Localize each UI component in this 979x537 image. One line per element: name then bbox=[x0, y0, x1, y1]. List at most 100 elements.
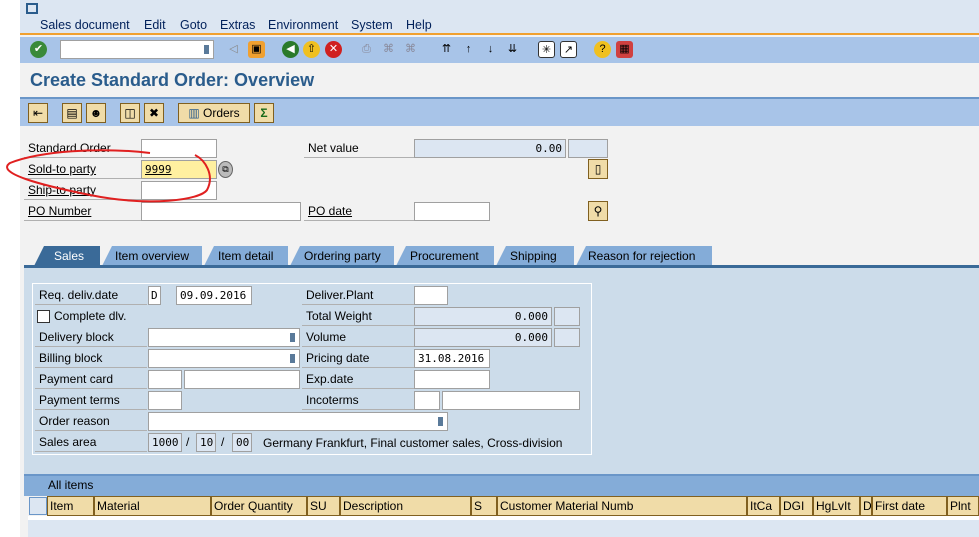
first-page-icon[interactable]: ⇈ bbox=[438, 41, 455, 58]
separator: / bbox=[186, 435, 190, 449]
layout-menu-icon[interactable]: ▦ bbox=[616, 41, 633, 58]
enter-icon[interactable]: ✔ bbox=[30, 41, 47, 58]
tab-procurement[interactable]: Procurement bbox=[396, 246, 494, 266]
display-doc-header-button[interactable]: ⇤ bbox=[28, 103, 48, 123]
col-s[interactable]: S bbox=[471, 496, 497, 516]
complete-dlv-checkbox[interactable] bbox=[37, 310, 50, 323]
req-deliv-date-label: Req. deliv.date bbox=[35, 286, 147, 305]
document-icon[interactable]: ▯ bbox=[588, 159, 608, 179]
help-icon[interactable]: ? bbox=[594, 41, 611, 58]
tab-ordering-party[interactable]: Ordering party bbox=[290, 246, 394, 266]
sales-org-field: 1000 bbox=[148, 433, 182, 452]
status-bar bbox=[28, 520, 979, 537]
billing-block-label: Billing block bbox=[35, 349, 147, 368]
next-page-icon[interactable]: ↓ bbox=[482, 41, 499, 58]
incoterms-label: Incoterms bbox=[302, 391, 414, 410]
print-icon[interactable]: ⎙ bbox=[358, 41, 375, 58]
system-toolbar: ✔ ◁ ▣ ◀ ⇧ ✕ ⎙ ⌘ ⌘ ⇈ ↑ ↓ ⇊ ✳ ↗ ? ▦ bbox=[20, 37, 979, 63]
order-reason-dropdown[interactable] bbox=[148, 412, 448, 431]
col-itca[interactable]: ItCa bbox=[747, 496, 780, 516]
orders-button[interactable]: ▥ Orders bbox=[178, 103, 250, 123]
deliver-plant-field[interactable] bbox=[414, 286, 448, 305]
division-field: 00 bbox=[232, 433, 252, 452]
col-first-date[interactable]: First date bbox=[872, 496, 947, 516]
delete-item-button[interactable]: ✖ bbox=[144, 103, 164, 123]
po-date-label[interactable]: PO date bbox=[304, 202, 414, 221]
menu-icon[interactable] bbox=[26, 3, 38, 14]
weight-unit-field bbox=[554, 307, 580, 326]
col-item[interactable]: Item bbox=[47, 496, 94, 516]
col-d[interactable]: D bbox=[860, 496, 872, 516]
tab-item-overview[interactable]: Item overview bbox=[102, 246, 202, 266]
new-session-icon[interactable]: ✳ bbox=[538, 41, 555, 58]
partner-button[interactable]: ☻ bbox=[86, 103, 106, 123]
menu-sales-document[interactable]: Sales document bbox=[40, 18, 130, 32]
payment-card-type-field[interactable] bbox=[148, 370, 182, 389]
find-next-icon[interactable]: ⌘ bbox=[402, 41, 419, 58]
menu-system[interactable]: System bbox=[351, 18, 393, 32]
col-material[interactable]: Material bbox=[94, 496, 211, 516]
sales-area-label: Sales area bbox=[35, 433, 147, 452]
col-hglvit[interactable]: HgLvIt bbox=[813, 496, 860, 516]
net-value-field: 0.00 bbox=[414, 139, 566, 158]
req-deliv-date-field[interactable]: 09.09.2016 bbox=[176, 286, 252, 305]
tab-item-detail[interactable]: Item detail bbox=[204, 246, 288, 266]
sum-button[interactable]: Σ bbox=[254, 103, 274, 123]
billing-block-dropdown[interactable] bbox=[148, 349, 300, 368]
col-plnt[interactable]: Plnt bbox=[947, 496, 979, 516]
volume-unit-field bbox=[554, 328, 580, 347]
back-icon[interactable]: ◀ bbox=[282, 41, 299, 58]
payment-card-label: Payment card bbox=[35, 370, 147, 389]
back-arrow-icon[interactable]: ◁ bbox=[225, 41, 242, 58]
select-all-button[interactable] bbox=[29, 497, 47, 515]
menu-environment[interactable]: Environment bbox=[268, 18, 338, 32]
display-po-icon[interactable]: ⚲ bbox=[588, 201, 608, 221]
complete-dlv-label: Complete dlv. bbox=[54, 309, 127, 323]
cancel-icon[interactable]: ✕ bbox=[325, 41, 342, 58]
payment-terms-label: Payment terms bbox=[35, 391, 147, 410]
shortcut-icon[interactable]: ↗ bbox=[560, 41, 577, 58]
incoterms-location-field[interactable] bbox=[442, 391, 580, 410]
tab-reason-for-rejection[interactable]: Reason for rejection bbox=[576, 246, 712, 266]
payment-terms-field[interactable] bbox=[148, 391, 182, 410]
col-customer-material[interactable]: Customer Material Numb bbox=[497, 496, 747, 516]
item-details-button[interactable]: ◫ bbox=[120, 103, 140, 123]
total-weight-field: 0.000 bbox=[414, 307, 552, 326]
col-su[interactable]: SU bbox=[307, 496, 340, 516]
sales-area-text: Germany Frankfurt, Final customer sales,… bbox=[263, 436, 563, 450]
exp-date-field[interactable] bbox=[414, 370, 490, 389]
exit-icon[interactable]: ⇧ bbox=[303, 41, 320, 58]
menu-edit[interactable]: Edit bbox=[144, 18, 166, 32]
find-icon[interactable]: ⌘ bbox=[380, 41, 397, 58]
exp-date-label: Exp.date bbox=[302, 370, 414, 389]
po-date-field[interactable] bbox=[414, 202, 490, 221]
menu-help[interactable]: Help bbox=[406, 18, 432, 32]
tab-sales[interactable]: Sales bbox=[34, 246, 100, 266]
last-page-icon[interactable]: ⇊ bbox=[504, 41, 521, 58]
incoterms-field[interactable] bbox=[414, 391, 440, 410]
delivery-block-dropdown[interactable] bbox=[148, 328, 300, 347]
pricing-date-field[interactable]: 31.08.2016 bbox=[414, 349, 490, 368]
all-items-title: All items bbox=[48, 478, 94, 492]
previous-page-icon[interactable]: ↑ bbox=[460, 41, 477, 58]
col-description[interactable]: Description bbox=[340, 496, 471, 516]
volume-field: 0.000 bbox=[414, 328, 552, 347]
deliver-plant-label: Deliver.Plant bbox=[302, 286, 414, 305]
col-dgi[interactable]: DGI bbox=[780, 496, 813, 516]
menu-extras[interactable]: Extras bbox=[220, 18, 255, 32]
order-reason-label: Order reason bbox=[35, 412, 147, 431]
page-title: Create Standard Order: Overview bbox=[30, 70, 315, 90]
date-type-field[interactable]: D bbox=[148, 286, 161, 305]
payment-card-number-field[interactable] bbox=[184, 370, 300, 389]
orders-icon: ▥ bbox=[188, 106, 203, 120]
distribution-channel-field: 10 bbox=[196, 433, 216, 452]
col-order-quantity[interactable]: Order Quantity bbox=[211, 496, 307, 516]
delivery-block-label: Delivery block bbox=[35, 328, 147, 347]
command-field[interactable] bbox=[60, 40, 214, 59]
pricing-date-label: Pricing date bbox=[302, 349, 414, 368]
all-items-header: All items bbox=[24, 474, 979, 496]
save-icon[interactable]: ▣ bbox=[248, 41, 265, 58]
header-partner-button[interactable]: ▤ bbox=[62, 103, 82, 123]
tab-shipping[interactable]: Shipping bbox=[496, 246, 574, 266]
menu-goto[interactable]: Goto bbox=[180, 18, 207, 32]
